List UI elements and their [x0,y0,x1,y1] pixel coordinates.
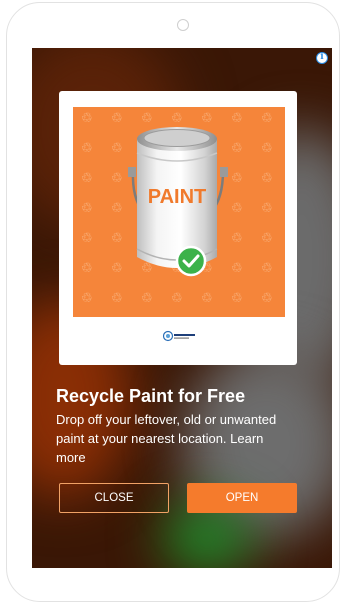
handle-clip [220,167,228,177]
handle-clip [128,167,136,177]
close-button[interactable]: CLOSE [59,483,169,513]
checkmark-icon [175,245,207,277]
can-label: PAINT [148,186,207,208]
can-lid [143,129,211,147]
ad-creative-card[interactable]: ♲♲♲♲♲♲♲♲♲♲♲♲♲♲♲♲♲♲♲♲♲♲♲♲♲♲♲♲♲♲♲♲♲♲♲♲♲♲♲♲… [59,91,297,365]
ad-creative-image[interactable]: ♲♲♲♲♲♲♲♲♲♲♲♲♲♲♲♲♲♲♲♲♲♲♲♲♲♲♲♲♲♲♲♲♲♲♲♲♲♲♲♲… [73,107,285,317]
interstitial-ad: i ♲♲♲♲♲♲♲♲♲♲♲♲♲♲♲♲♲♲♲♲♲♲♲♲♲♲♲♲♲♲♲♲♲♲♲♲♲♲… [32,48,332,568]
camera-icon [177,19,189,31]
paint-can-illustration: PAINT [128,127,228,277]
ad-body-text[interactable]: Drop off your leftover, old or unwanted … [56,410,296,467]
productcare-logo [163,330,195,342]
ad-headline[interactable]: Recycle Paint for Free [56,386,326,407]
ad-choices-info-icon[interactable]: i [316,52,328,64]
open-button[interactable]: OPEN [187,483,297,513]
